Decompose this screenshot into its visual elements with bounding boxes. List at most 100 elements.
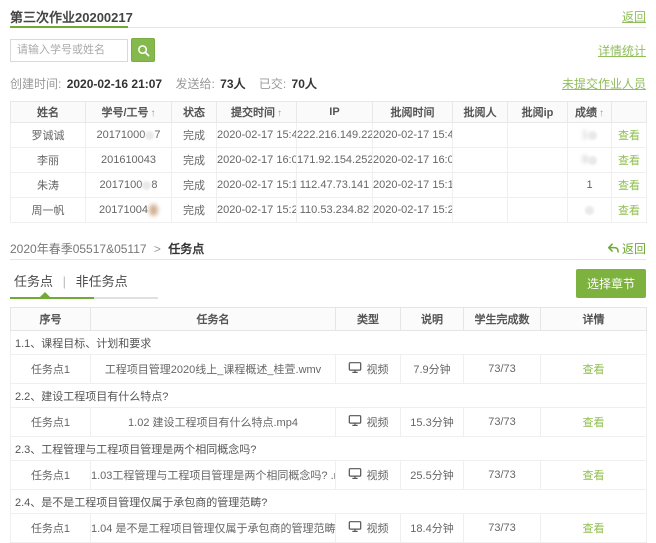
view-link[interactable]: 查看 xyxy=(618,180,640,192)
col-task-name: 任务名 xyxy=(91,308,336,331)
review-ip xyxy=(508,148,568,173)
created-time-label: 创建时间: xyxy=(10,77,61,91)
col-reviewer: 批阅人 xyxy=(453,102,508,123)
breadcrumb: 2020年春季05517&05117 > 任务点 xyxy=(10,240,204,257)
task-name: 1.04 是不是工程项目管理仅属于承包商的管理范畴.mp4 xyxy=(91,514,336,543)
task-type-label: 视频 xyxy=(367,414,389,430)
breadcrumb-current: 任务点 xyxy=(168,242,204,256)
chapter-title: 1.1、课程目标、计划和要求 xyxy=(11,331,647,355)
homework-table-header-row: 姓名 学号/工号↑ 状态 提交时间↑ IP 批阅时间 批阅人 批阅ip 成绩↑ xyxy=(11,102,647,123)
section-row: 2.4、是不是工程项目管理仅属于承包商的管理范畴? xyxy=(11,490,647,514)
page: 第三次作业20200217 返回 详情统计 创建时间: 2020-02-16 2… xyxy=(0,0,656,543)
grade: 1 xyxy=(568,123,612,148)
ip-address: 112.47.73.141 xyxy=(297,173,373,198)
reviewer xyxy=(453,148,508,173)
col-grade-sortable[interactable]: 成绩↑ xyxy=(568,102,612,123)
cursor-smudge xyxy=(149,204,158,216)
breadcrumb-course[interactable]: 2020年春季05517&05117 xyxy=(10,242,147,256)
table-row: 周一帆 20171004 完成 2020-02-17 15:23 110.53.… xyxy=(11,198,647,223)
review-time: 2020-02-17 15:42 xyxy=(373,123,453,148)
view-link[interactable]: 查看 xyxy=(583,417,605,429)
back-link-bottom[interactable]: 返回 xyxy=(607,240,646,257)
review-ip xyxy=(508,123,568,148)
view-link[interactable]: 查看 xyxy=(618,155,640,167)
redaction-blur xyxy=(588,131,597,140)
created-time-value: 2020-02-16 21:07 xyxy=(67,77,162,91)
homework-table: 姓名 学号/工号↑ 状态 提交时间↑ IP 批阅时间 批阅人 批阅ip 成绩↑ … xyxy=(10,101,647,223)
view-link[interactable]: 查看 xyxy=(583,470,605,482)
col-detail: 详情 xyxy=(541,308,647,331)
taskpoint-table: 序号 任务名 类型 说明 学生完成数 详情 1.1、课程目标、计划和要求 任务点… xyxy=(10,307,647,543)
video-monitor-icon xyxy=(348,361,362,377)
ip-address: 110.53.234.82 xyxy=(297,198,373,223)
sort-asc-icon: ↑ xyxy=(277,108,282,119)
view-link[interactable]: 查看 xyxy=(618,130,640,142)
view-link[interactable]: 查看 xyxy=(583,364,605,376)
task-row: 任务点1 1.02 建设工程项目有什么特点.mp4 视频 15.3分钟 73/7… xyxy=(11,408,647,437)
student-name: 周一帆 xyxy=(11,198,86,223)
student-id: 201710007 xyxy=(86,123,172,148)
col-student-id-sortable[interactable]: 学号/工号↑ xyxy=(86,102,172,123)
col-submit-time-sortable[interactable]: 提交时间↑ xyxy=(217,102,297,123)
col-seq: 序号 xyxy=(11,308,91,331)
ip-address: 171.92.154.252 xyxy=(297,148,373,173)
task-seq: 任务点1 xyxy=(11,514,91,543)
task-duration: 25.5分钟 xyxy=(401,461,464,490)
status: 完成 xyxy=(172,148,217,173)
sent-to-label: 发送给: xyxy=(175,77,214,91)
student-name: 朱涛 xyxy=(11,173,86,198)
submit-time: 2020-02-17 15:23 xyxy=(217,198,297,223)
task-completed: 73/73 xyxy=(464,461,541,490)
tab-taskpoint-active[interactable]: 任务点 xyxy=(14,274,53,289)
task-row: 任务点1 1.04 是不是工程项目管理仅属于承包商的管理范畴.mp4 视频 18… xyxy=(11,514,647,543)
tab-non-taskpoint[interactable]: 非任务点 xyxy=(76,274,128,289)
student-name: 罗诚诚 xyxy=(11,123,86,148)
task-type-label: 视频 xyxy=(367,520,389,536)
col-name: 姓名 xyxy=(11,102,86,123)
review-ip xyxy=(508,198,568,223)
tabs: 任务点 | 非任务点 xyxy=(10,269,160,302)
video-monitor-icon xyxy=(348,414,362,430)
select-chapter-button[interactable]: 选择章节 xyxy=(576,269,646,298)
task-name: 工程项目管理2020线上_课程概述_桂萱.wmv xyxy=(91,355,336,384)
col-description: 说明 xyxy=(401,308,464,331)
chapter-title: 2.2、建设工程项目有什么特点? xyxy=(11,384,647,408)
task-duration: 18.4分钟 xyxy=(401,514,464,543)
reviewer xyxy=(453,198,508,223)
back-link-top[interactable]: 返回 xyxy=(622,8,646,25)
task-duration: 15.3分钟 xyxy=(401,408,464,437)
table-row: 朱涛 20171008 完成 2020-02-17 15:18 112.47.7… xyxy=(11,173,647,198)
homework-stats: 创建时间: 2020-02-16 21:07 发送给: 73人 已交: 70人 xyxy=(10,75,327,92)
sort-asc-icon: ↑ xyxy=(599,108,604,119)
col-actions xyxy=(612,102,647,123)
grade: 1 xyxy=(568,173,612,198)
review-time: 2020-02-17 15:23 xyxy=(373,198,453,223)
view-link[interactable]: 查看 xyxy=(583,523,605,535)
submit-time: 2020-02-17 16:01 xyxy=(217,148,297,173)
unsubmitted-students-link[interactable]: 未提交作业人员 xyxy=(562,75,646,92)
view-link[interactable]: 查看 xyxy=(618,205,640,217)
active-tab-triangle-icon xyxy=(40,292,50,297)
submitted-label: 已交: xyxy=(259,77,286,91)
sent-to-value: 73人 xyxy=(220,77,245,91)
status: 完成 xyxy=(172,123,217,148)
student-id: 20171004 xyxy=(86,198,172,223)
review-time: 2020-02-17 15:18 xyxy=(373,173,453,198)
col-status: 状态 xyxy=(172,102,217,123)
video-monitor-icon xyxy=(348,520,362,536)
task-type-label: 视频 xyxy=(367,361,389,377)
search-row: 详情统计 xyxy=(10,38,646,62)
student-name: 李丽 xyxy=(11,148,86,173)
review-time: 2020-02-17 16:01 xyxy=(373,148,453,173)
search-input[interactable] xyxy=(10,39,128,62)
task-seq: 任务点1 xyxy=(11,461,91,490)
task-name: 1.03工程管理与工程项目管理是两个相同概念吗? .mp4 xyxy=(91,461,336,490)
submit-time: 2020-02-17 15:42 xyxy=(217,123,297,148)
col-review-time: 批阅时间 xyxy=(373,102,453,123)
search-button[interactable] xyxy=(131,38,155,62)
detail-stats-link[interactable]: 详情统计 xyxy=(598,42,646,59)
submit-time: 2020-02-17 15:18 xyxy=(217,173,297,198)
task-completed: 73/73 xyxy=(464,408,541,437)
review-ip xyxy=(508,173,568,198)
redaction-blur xyxy=(585,206,594,215)
